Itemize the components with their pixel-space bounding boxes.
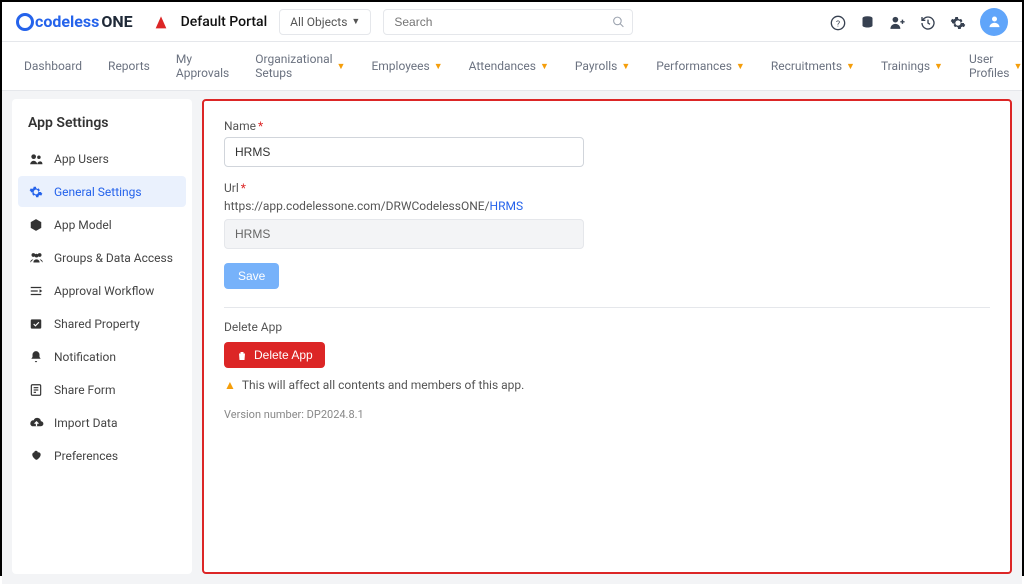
database-icon[interactable] (860, 13, 875, 31)
preferences-icon (28, 448, 44, 463)
caret-down-icon: ▼ (621, 61, 630, 72)
nav-user-profiles[interactable]: User Profiles▼ (969, 52, 1022, 80)
sidebar-item-app-users[interactable]: App Users (18, 143, 186, 174)
sidebar-item-app-model[interactable]: App Model (18, 209, 186, 240)
logo-mark-icon (16, 13, 34, 31)
svg-text:?: ? (836, 19, 840, 29)
delete-warning-row: ▲ This will affect all contents and memb… (224, 378, 990, 392)
users-icon (28, 151, 44, 166)
trash-icon (236, 348, 248, 362)
top-icon-group: ? (830, 8, 1008, 36)
version-number: Version number: DP2024.8.1 (224, 408, 990, 421)
logo-text-1: codeless (35, 12, 99, 31)
caret-down-icon: ▼ (846, 61, 855, 72)
caret-down-icon: ▼ (1013, 61, 1022, 72)
form-icon (28, 382, 44, 397)
caret-down-icon: ▼ (540, 61, 549, 72)
nav-reports[interactable]: Reports (108, 59, 150, 73)
name-label: Name* (224, 119, 990, 133)
nav-performances[interactable]: Performances▼ (656, 59, 745, 73)
sidebar-item-shared-property[interactable]: Shared Property (18, 308, 186, 339)
gear-icon (28, 184, 44, 199)
settings-gear-icon[interactable] (950, 12, 966, 30)
sidebar-item-preferences[interactable]: Preferences (18, 440, 186, 471)
url-label: Url* (224, 181, 990, 195)
sidebar-item-general-settings[interactable]: General Settings (18, 176, 186, 207)
delete-warning-text: This will affect all contents and member… (242, 378, 524, 392)
settings-sidebar: App Settings App Users General Settings … (12, 99, 192, 574)
warning-icon: ▲ (224, 378, 236, 392)
shared-property-icon (28, 316, 44, 331)
workflow-icon (28, 283, 44, 298)
caret-down-icon: ▼ (337, 61, 346, 72)
cube-icon (28, 217, 44, 232)
sidebar-title: App Settings (18, 109, 186, 143)
sidebar-item-share-form[interactable]: Share Form (18, 374, 186, 405)
nav-trainings[interactable]: Trainings▼ (881, 59, 943, 73)
main-nav: Dashboard Reports My Approvals Organizat… (2, 42, 1022, 91)
save-button[interactable]: Save (224, 263, 279, 289)
caret-down-icon: ▼ (736, 61, 745, 72)
caret-down-icon: ▼ (434, 61, 443, 72)
top-bar: codeless ONE Default Portal All Objects … (2, 2, 1022, 42)
sidebar-item-groups-data-access[interactable]: Groups & Data Access (18, 242, 186, 273)
page-body: App Settings App Users General Settings … (2, 91, 1022, 584)
url-slug: HRMS (490, 199, 524, 213)
portal-label[interactable]: Default Portal (181, 14, 267, 30)
history-icon[interactable] (920, 12, 936, 30)
main-panel: Name* Url* https://app.codelessone.com/D… (202, 99, 1012, 574)
search-container (383, 9, 633, 35)
nav-recruitments[interactable]: Recruitments▼ (771, 59, 855, 73)
app-logo[interactable]: codeless ONE (16, 12, 133, 31)
caret-down-icon: ▼ (934, 61, 943, 72)
search-icon[interactable] (612, 14, 625, 29)
delete-app-label: Delete App (254, 348, 313, 362)
user-add-icon[interactable] (889, 12, 906, 31)
bell-icon (28, 349, 44, 364)
sidebar-item-import-data[interactable]: Import Data (18, 407, 186, 438)
required-indicator: * (241, 181, 246, 195)
nav-my-approvals[interactable]: My Approvals (176, 52, 229, 80)
caret-down-icon: ▼ (351, 16, 360, 27)
groups-icon (28, 250, 44, 265)
url-input[interactable] (224, 219, 584, 249)
logo-text-2: ONE (101, 12, 132, 31)
nav-organizational-setups[interactable]: Organizational Setups▼ (255, 52, 345, 80)
object-selector[interactable]: All Objects ▼ (279, 9, 371, 35)
nav-employees[interactable]: Employees▼ (371, 59, 442, 73)
required-indicator: * (258, 119, 263, 133)
url-preview: https://app.codelessone.com/DRWCodelessO… (224, 199, 990, 213)
portal-icon (153, 12, 169, 31)
nav-payrolls[interactable]: Payrolls▼ (575, 59, 630, 73)
user-avatar[interactable] (980, 8, 1008, 36)
nav-attendances[interactable]: Attendances▼ (469, 59, 549, 73)
object-selector-label: All Objects (290, 15, 347, 29)
sidebar-item-notification[interactable]: Notification (18, 341, 186, 372)
sidebar-item-approval-workflow[interactable]: Approval Workflow (18, 275, 186, 306)
help-icon[interactable]: ? (830, 12, 846, 30)
delete-section-heading: Delete App (224, 320, 990, 334)
name-input[interactable] (224, 137, 584, 167)
cloud-upload-icon (28, 415, 44, 430)
section-divider (224, 307, 990, 308)
search-input[interactable] (383, 9, 633, 35)
nav-dashboard[interactable]: Dashboard (24, 59, 82, 73)
delete-app-button[interactable]: Delete App (224, 342, 325, 368)
